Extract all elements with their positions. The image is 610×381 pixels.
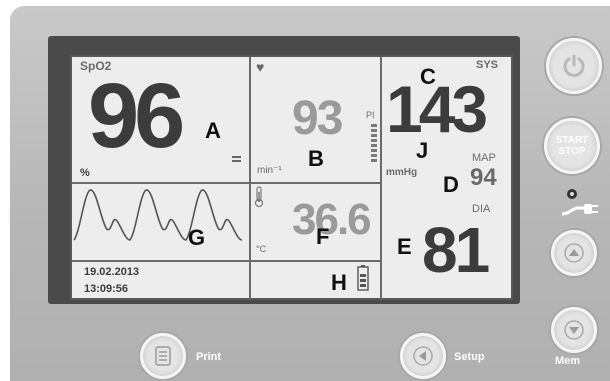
heart-icon: ♥	[256, 59, 265, 75]
marker-j: J	[416, 138, 429, 163]
plug-icon	[561, 189, 598, 216]
print-label: Print	[196, 351, 222, 363]
spo2-value: 96	[88, 65, 185, 167]
divider-vertical-1	[249, 57, 251, 300]
marker-a: A	[205, 118, 221, 143]
map-label: MAP	[472, 152, 496, 164]
dia-value: 81	[422, 214, 490, 286]
start-stop-button[interactable]: START STOP	[544, 118, 600, 174]
spo2-equals-indicator	[232, 156, 241, 162]
setup-button[interactable]	[400, 333, 446, 379]
start-stop-label: START STOP	[555, 135, 589, 157]
up-arrow-icon	[564, 243, 584, 263]
battery-icon	[357, 265, 369, 291]
pulse-value: 93	[292, 92, 343, 145]
divider-horizontal-2	[72, 260, 381, 262]
pulse-unit: min⁻¹	[257, 165, 282, 176]
power-icon	[563, 54, 585, 77]
time-text: 13:09:56	[84, 283, 129, 295]
marker-g: G	[188, 225, 206, 250]
setup-label: Setup	[454, 351, 485, 363]
temperature-unit: °C	[256, 244, 267, 254]
printer-icon	[155, 346, 171, 366]
spo2-unit: %	[80, 167, 90, 179]
down-button[interactable]	[551, 307, 597, 353]
thermometer-icon	[254, 186, 264, 208]
power-button[interactable]	[546, 38, 602, 94]
print-button[interactable]	[140, 333, 186, 379]
marker-e: E	[397, 234, 412, 259]
marker-h: H	[331, 270, 347, 295]
down-arrow-icon	[564, 320, 584, 340]
marker-d: D	[443, 172, 459, 197]
marker-f: F	[316, 224, 330, 249]
temperature-value: 36.6	[292, 195, 372, 244]
up-button[interactable]	[551, 230, 597, 276]
sys-label: SYS	[476, 59, 499, 71]
marker-b: B	[308, 146, 324, 171]
pi-label: PI	[366, 110, 375, 120]
divider-vertical-2	[380, 57, 382, 300]
pleth-waveform	[73, 189, 243, 241]
map-value: 94	[470, 164, 497, 191]
sys-value: 143	[386, 72, 488, 146]
left-arrow-icon	[413, 346, 433, 366]
mem-label: Mem	[555, 355, 581, 367]
bp-unit: mmHg	[386, 167, 418, 178]
date-text: 19.02.2013	[84, 266, 140, 278]
